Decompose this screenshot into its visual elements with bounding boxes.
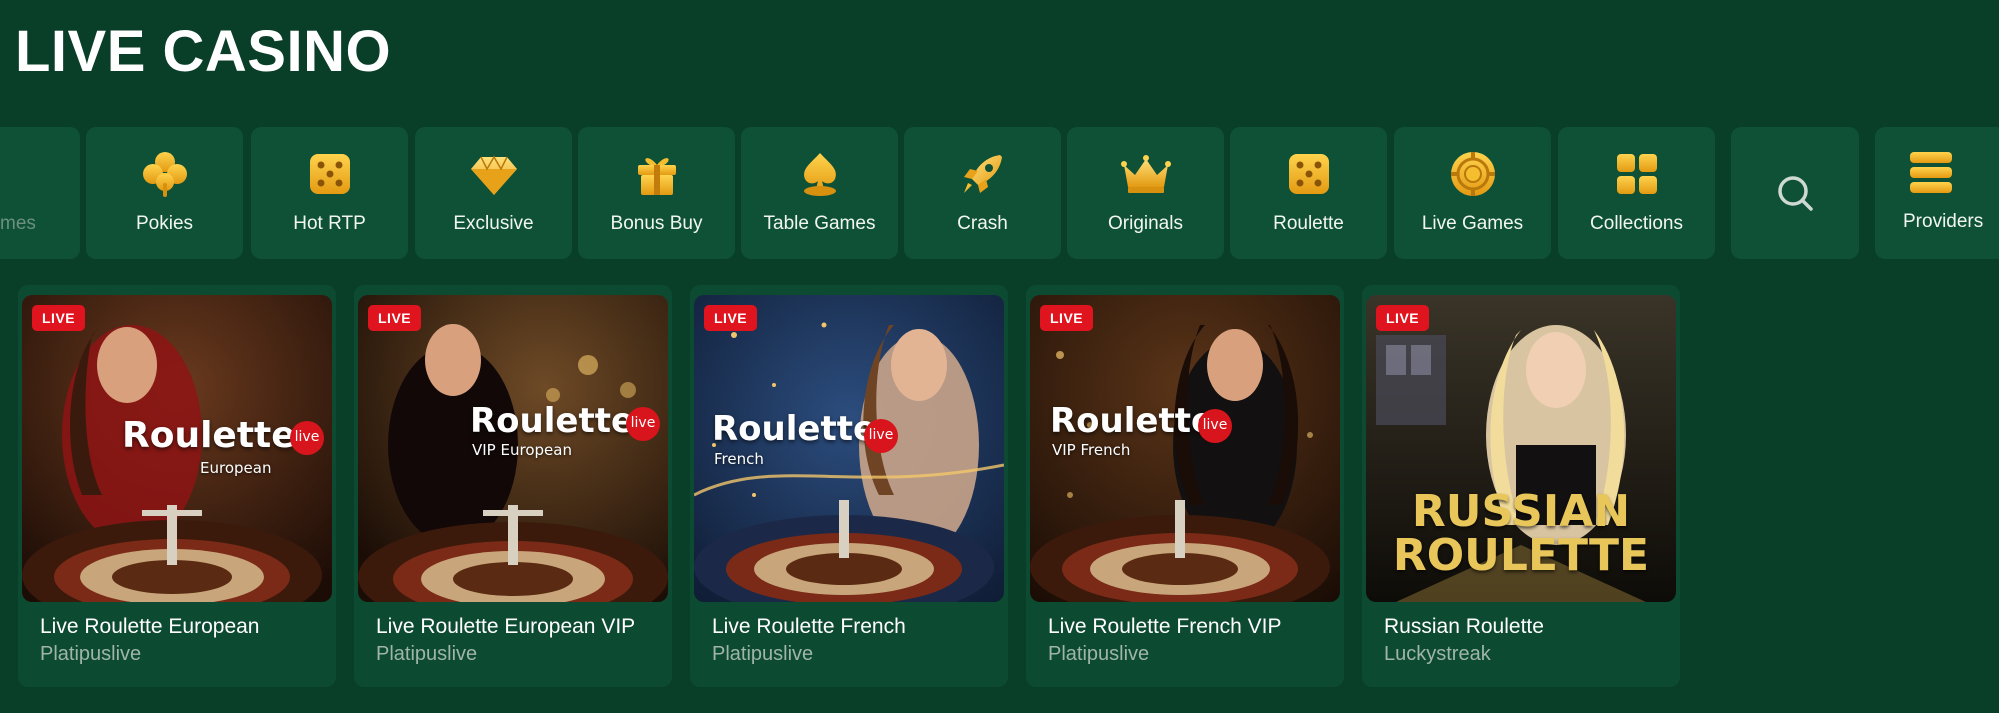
category-label: Roulette [1273,213,1344,234]
game-name: Live Roulette European VIP [376,615,636,638]
rocket-icon [956,147,1010,201]
live-casino-page: LIVE CASINO mes Pokies Hot RTP Exclusive… [0,0,1999,713]
game-provider: Platipuslive [1048,643,1150,665]
thumbnail-live-badge: live [626,407,660,441]
game-thumbnail[interactable]: LIVE Roulette live VIP European [358,295,668,602]
category-tile-table-games[interactable]: Table Games [741,127,898,259]
game-card[interactable]: LIVE RUSSIAN ROULETTE Russian Roulette L… [1362,285,1680,687]
category-tile-partial[interactable]: mes [0,127,80,259]
game-thumbnail[interactable]: LIVE Roulette live VIP French [1030,295,1340,602]
category-label: Providers [1903,211,1984,232]
category-tile-exclusive[interactable]: Exclusive [415,127,572,259]
category-tile-roulette[interactable]: Roulette [1230,127,1387,259]
game-card[interactable]: LIVE Roulette live VIP French Live Roule… [1026,285,1344,687]
dice-icon [303,147,357,201]
thumbnail-live-badge: live [864,419,898,453]
chip-icon [1446,147,1500,201]
thumbnail-title: Roulette [1050,401,1215,441]
live-badge: LIVE [32,305,86,331]
game-card[interactable]: LIVE Roulette live French Live Roulette … [690,285,1008,687]
game-card[interactable]: LIVE Roulette live VIP European Live Rou… [354,285,672,687]
game-thumbnail[interactable]: LIVE Roulette live French [694,295,1004,602]
live-badge: LIVE [704,305,758,331]
game-name: Russian Roulette [1384,615,1544,638]
search-button[interactable] [1731,127,1859,259]
thumbnail-title: Roulette [122,415,296,456]
thumbnail-subtitle: French [714,450,764,468]
thumbnail-live-badge: live [1198,409,1232,443]
game-name: Live Roulette European [40,615,260,638]
spade-chip-icon [793,147,847,201]
game-name: Live Roulette French VIP [1048,615,1282,638]
clover-icon [138,147,192,201]
live-badge: LIVE [368,305,422,331]
category-tile-collections[interactable]: Collections [1558,127,1715,259]
category-tile-originals[interactable]: Originals [1067,127,1224,259]
category-label: Pokies [135,213,194,234]
game-thumbnail[interactable]: LIVE Roulette live European [22,295,332,602]
category-label: Crash [957,213,1008,234]
category-tile-crash[interactable]: Crash [904,127,1061,259]
thumbnail-title: Roulette [470,401,635,441]
category-label: Bonus Buy [610,213,703,234]
game-thumbnail[interactable]: LIVE RUSSIAN ROULETTE [1366,295,1676,602]
thumbnail-subtitle: VIP European [472,441,572,459]
game-provider: Luckystreak [1384,643,1491,665]
thumbnail-live-badge: live [290,421,324,455]
grid-icon [1610,147,1664,201]
category-label: Exclusive [453,213,534,234]
page-title: LIVE CASINO [15,19,392,84]
thumbnail-title-line: RUSSIAN [1411,486,1631,537]
game-provider: Platipuslive [376,643,478,665]
dice-icon [1282,147,1336,201]
live-badge: LIVE [1376,305,1430,331]
category-tile-pokies[interactable]: Pokies [86,127,243,259]
game-card[interactable]: LIVE Roulette live European Live Roulett… [18,285,336,687]
gift-icon [630,147,684,201]
search-icon [1768,166,1822,220]
live-badge: LIVE [1040,305,1094,331]
category-label: Live Games [1421,213,1524,234]
stack-icon [1904,145,1958,199]
thumbnail-subtitle: European [200,459,272,477]
category-label: Table Games [763,213,876,234]
crown-icon [1119,147,1173,201]
thumbnail-title-line: ROULETTE [1392,530,1650,581]
category-tile-live-games[interactable]: Live Games [1394,127,1551,259]
category-tile-bonus-buy[interactable]: Bonus Buy [578,127,735,259]
category-nav: mes Pokies Hot RTP Exclusive Bonus Buy T… [0,127,1999,259]
category-label: Hot RTP [293,213,366,234]
category-label: mes [0,213,36,234]
thumbnail-title: RUSSIAN ROULETTE [1366,490,1676,578]
category-label: Collections [1590,213,1683,234]
game-name: Live Roulette French [712,615,906,638]
category-label: Originals [1108,213,1183,234]
game-provider: Platipuslive [712,643,814,665]
thumbnail-subtitle: VIP French [1052,441,1131,459]
category-tile-hot-rtp[interactable]: Hot RTP [251,127,408,259]
game-provider: Platipuslive [40,643,142,665]
game-grid: LIVE Roulette live European Live Roulett… [0,285,1999,695]
diamond-icon [467,147,521,201]
thumbnail-title: Roulette [712,409,877,449]
category-tile-providers[interactable]: Providers [1875,127,1999,259]
